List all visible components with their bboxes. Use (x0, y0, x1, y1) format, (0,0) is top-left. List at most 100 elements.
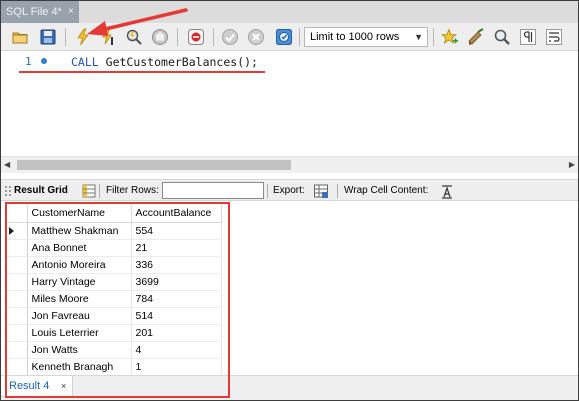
cell-customername[interactable]: Kenneth Branagh (27, 358, 132, 376)
editor-horizontal-scrollbar[interactable]: ◀ ▶ (1, 156, 578, 173)
table-row[interactable]: Harry Vintage 3699 (6, 273, 222, 291)
wrap-cell-icon[interactable] (439, 183, 455, 199)
cell-accountbalance[interactable]: 336 (131, 256, 222, 274)
row-header[interactable] (6, 307, 28, 325)
row-header[interactable] (6, 341, 28, 359)
wrap-cell-content-label: Wrap Cell Content: (344, 185, 429, 196)
chevron-down-icon: ▼ (414, 32, 423, 42)
toggle-error-icon[interactable] (185, 26, 207, 48)
column-header-accountbalance[interactable]: AccountBalance (131, 205, 222, 223)
find-magnifier-icon[interactable] (491, 26, 513, 48)
row-header[interactable] (6, 273, 28, 291)
execute-lightning-icon[interactable] (72, 26, 94, 48)
procedure-call: GetCustomerBalances(); (105, 55, 258, 69)
result-table: CustomerName AccountBalance Matthew Shak… (6, 205, 222, 376)
result-toolbar: Result Grid Filter Rows: Export: Wrap Ce… (1, 179, 578, 201)
table-row[interactable]: Jon Favreau 514 (6, 307, 222, 325)
workbench-window: SQL File 4* × Limit to 1000 rows ▼ 1 CAL… (0, 0, 579, 401)
cell-accountbalance[interactable]: 784 (131, 290, 222, 308)
cell-customername[interactable]: Miles Moore (27, 290, 132, 308)
toolbar-separator (337, 184, 338, 198)
cell-accountbalance[interactable]: 4 (131, 341, 222, 359)
sql-editor[interactable]: 1 CALL GetCustomerBalances(); (1, 52, 578, 156)
tab-sql-file-4[interactable]: SQL File 4* × (1, 1, 79, 23)
filter-rows-input[interactable] (162, 182, 264, 199)
result-grid[interactable]: CustomerName AccountBalance Matthew Shak… (1, 202, 578, 376)
table-body: Matthew Shakman 554 Ana Bonnet 21 Antonio … (6, 222, 222, 376)
toolbar-separator (299, 28, 300, 46)
column-header-customername[interactable]: CustomerName (27, 205, 132, 223)
row-header[interactable] (6, 222, 28, 240)
row-header[interactable] (6, 256, 28, 274)
sql-keyword: CALL (71, 55, 99, 69)
row-header-corner[interactable] (6, 205, 28, 223)
commit-check-icon[interactable] (219, 26, 241, 48)
cell-customername[interactable]: Louis Leterrier (27, 324, 132, 342)
toolbar-separator (99, 184, 100, 198)
cell-accountbalance[interactable]: 201 (131, 324, 222, 342)
cell-customername[interactable]: Antonio Moreira (27, 256, 132, 274)
sql-statement[interactable]: CALL GetCustomerBalances(); (71, 55, 258, 69)
table-row[interactable]: Louis Leterrier 201 (6, 324, 222, 342)
toolbar-separator (433, 28, 434, 46)
tab-title: SQL File 4* (6, 6, 62, 18)
rollback-cancel-icon[interactable] (245, 26, 267, 48)
cell-customername[interactable]: Harry Vintage (27, 273, 132, 291)
explain-magnifier-icon[interactable] (123, 26, 145, 48)
annotation-underline (19, 71, 265, 73)
row-header[interactable] (6, 290, 28, 308)
beautify-broom-icon[interactable] (465, 26, 487, 48)
tab-result-4[interactable]: Result 4 × (1, 376, 73, 397)
cell-customername[interactable]: Jon Watts (27, 341, 132, 359)
scroll-thumb[interactable] (17, 160, 291, 170)
statement-marker-icon (41, 58, 47, 64)
autocommit-icon[interactable] (273, 26, 295, 48)
table-header-row: CustomerName AccountBalance (6, 205, 222, 223)
document-tab-strip: SQL File 4* × (1, 1, 578, 23)
table-row[interactable]: Antonio Moreira 336 (6, 256, 222, 274)
scroll-left-icon[interactable]: ◀ (4, 160, 10, 169)
save-icon[interactable] (37, 26, 59, 48)
close-icon[interactable]: × (61, 376, 66, 396)
table-row[interactable]: Ana Bonnet 21 (6, 239, 222, 257)
row-header[interactable] (6, 239, 28, 257)
cell-accountbalance[interactable]: 514 (131, 307, 222, 325)
open-folder-icon[interactable] (9, 26, 31, 48)
table-row[interactable]: Miles Moore 784 (6, 290, 222, 308)
wrap-lines-icon[interactable] (543, 26, 565, 48)
cell-accountbalance[interactable]: 3699 (131, 273, 222, 291)
result-tab-bar: Result 4 × (1, 375, 578, 400)
invisible-chars-pilcrow-icon[interactable] (517, 26, 539, 48)
cell-customername[interactable]: Matthew Shakman (27, 222, 132, 240)
filter-rows-label: Filter Rows: (106, 185, 159, 196)
row-header[interactable] (6, 358, 28, 376)
cell-accountbalance[interactable]: 21 (131, 239, 222, 257)
scroll-right-icon[interactable]: ▶ (569, 160, 575, 169)
toolbar-separator (267, 184, 268, 198)
grip-icon (5, 186, 11, 196)
limit-rows-select[interactable]: Limit to 1000 rows ▼ (304, 27, 428, 47)
stop-hand-icon[interactable] (149, 26, 171, 48)
toolbar-separator (177, 28, 178, 46)
table-row[interactable]: Jon Watts 4 (6, 341, 222, 359)
grid-view-icon[interactable] (81, 183, 97, 199)
table-row[interactable]: Matthew Shakman 554 (6, 222, 222, 240)
export-icon[interactable] (313, 183, 329, 199)
result-tab-label: Result 4 (9, 380, 50, 392)
cell-accountbalance[interactable]: 1 (131, 358, 222, 376)
sql-editor-toolbar: Limit to 1000 rows ▼ (1, 23, 578, 51)
execute-cursor-lightning-icon[interactable] (97, 26, 119, 48)
result-grid-tab[interactable]: Result Grid (14, 180, 68, 202)
cell-customername[interactable]: Jon Favreau (27, 307, 132, 325)
cell-accountbalance[interactable]: 554 (131, 222, 222, 240)
close-icon[interactable]: × (65, 1, 77, 23)
limit-rows-value: Limit to 1000 rows (310, 31, 400, 43)
add-snippet-star-icon[interactable] (439, 26, 461, 48)
cell-customername[interactable]: Ana Bonnet (27, 239, 132, 257)
export-label: Export: (273, 185, 305, 196)
current-row-pointer-icon (9, 226, 14, 235)
toolbar-separator (213, 28, 214, 46)
line-number: 1 (25, 55, 32, 68)
row-header[interactable] (6, 324, 28, 342)
table-row[interactable]: Kenneth Branagh 1 (6, 358, 222, 376)
